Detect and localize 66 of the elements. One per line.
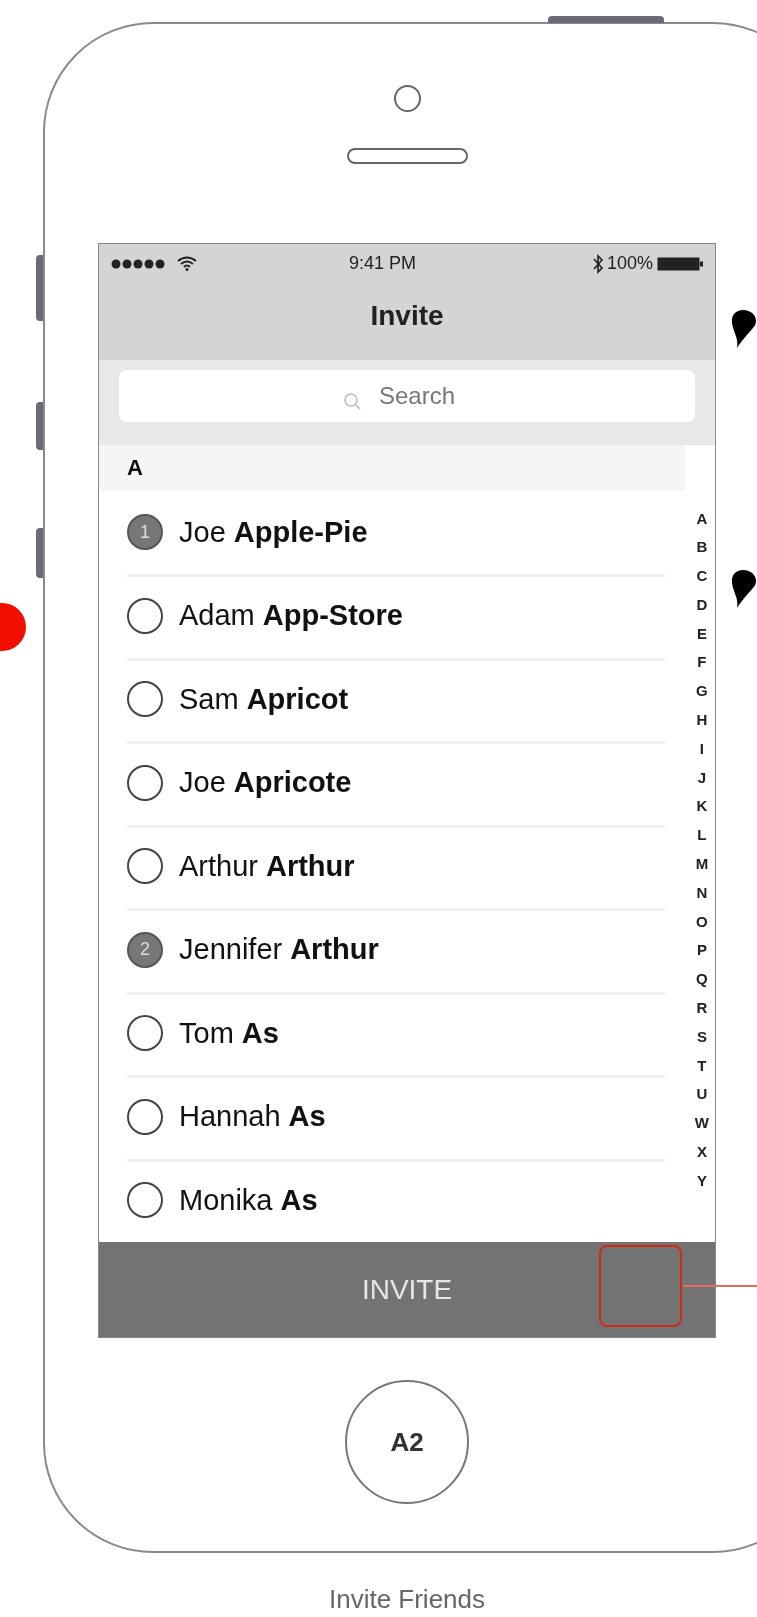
section-letter: A (127, 454, 143, 482)
index-letter[interactable]: M (695, 850, 709, 879)
battery-icon (657, 256, 703, 271)
search-icon (343, 391, 363, 412)
index-letter[interactable]: D (696, 590, 708, 620)
contact-last-name: As (288, 1099, 326, 1134)
camera-icon (394, 85, 421, 112)
contact-row[interactable]: Monika As (99, 1158, 685, 1242)
contact-first-name: Tom (179, 1015, 234, 1051)
status-time: 9:41 PM (349, 252, 417, 276)
pin-marker-icon (729, 568, 757, 610)
contact-first-name: Monika (179, 1182, 273, 1218)
index-letter[interactable]: F (697, 648, 707, 678)
contact-last-name: App-Store (262, 598, 403, 633)
index-letter[interactable]: S (696, 1022, 707, 1052)
screen-caption: Invite Friends (328, 1584, 486, 1614)
index-letter[interactable]: I (699, 734, 704, 764)
search-field[interactable]: Search (119, 369, 695, 422)
contact-first-name: Joe (179, 514, 226, 550)
contact-last-name: As (280, 1182, 318, 1218)
contact-row[interactable]: Adam App-Store (99, 574, 685, 658)
contact-row[interactable]: Tom As (99, 991, 685, 1075)
contact-first-name: Jennifer (179, 932, 283, 967)
contact-last-name: Arthur (290, 932, 379, 967)
contact-first-name: Hannah (179, 1099, 281, 1134)
index-letter[interactable]: K (696, 792, 708, 822)
battery-percent: 100% (606, 252, 653, 276)
index-letter[interactable]: B (696, 533, 708, 563)
bluetooth-icon (592, 253, 603, 274)
contact-first-name: Sam (179, 681, 239, 717)
contact-last-name: Apricot (246, 681, 349, 717)
speaker-icon (347, 148, 468, 164)
index-letter[interactable]: J (697, 763, 707, 793)
index-letter[interactable]: P (696, 936, 707, 966)
index-letter[interactable]: U (696, 1080, 708, 1110)
index-letter[interactable]: W (694, 1109, 709, 1139)
index-letter[interactable]: X (696, 1138, 707, 1167)
contact-last-name: Arthur (266, 848, 355, 884)
index-letter[interactable]: E (696, 619, 707, 649)
contact-last-name: Apricote (233, 765, 352, 800)
contact-last-name: Apple-Pie (233, 514, 368, 550)
invite-button[interactable]: INVITE (353, 1268, 461, 1311)
contact-row[interactable]: Hannah As (99, 1075, 685, 1159)
wifi-icon (177, 256, 197, 272)
contact-row[interactable]: Arthur Arthur (99, 824, 685, 908)
index-letter[interactable]: G (696, 677, 708, 707)
contact-row[interactable]: Sam Apricot (99, 657, 685, 741)
index-letter[interactable]: T (697, 1051, 707, 1081)
contact-row[interactable]: Joe Apricote (99, 741, 685, 825)
index-letter[interactable]: R (696, 994, 708, 1023)
index-letter[interactable]: Y (696, 1166, 707, 1196)
index-letter[interactable]: L (697, 821, 707, 851)
contact-row[interactable]: 1 Joe Apple-Pie (99, 490, 685, 574)
contact-first-name: Arthur (179, 848, 258, 884)
nav-title: Invite (370, 299, 444, 334)
index-letter[interactable]: O (696, 907, 708, 937)
index-letter[interactable]: A (696, 504, 708, 534)
index-letter[interactable]: Q (696, 965, 708, 995)
index-letter[interactable]: C (696, 562, 708, 591)
contact-last-name: As (241, 1015, 279, 1051)
pin-marker-icon (729, 308, 757, 350)
contact-first-name: Joe (179, 765, 226, 800)
contact-row[interactable]: 2 Jennifer Arthur (99, 908, 685, 992)
index-letter[interactable]: H (696, 706, 708, 735)
contact-first-name: Adam (179, 598, 255, 633)
index-letter[interactable]: N (696, 878, 708, 908)
